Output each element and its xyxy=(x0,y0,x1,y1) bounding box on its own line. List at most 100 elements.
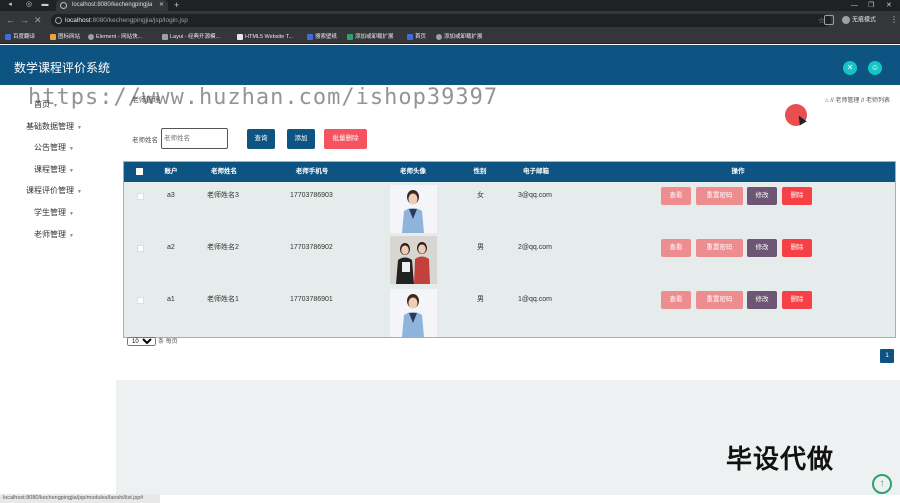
bookmark-item[interactable]: Layui - 经典开源模... xyxy=(162,33,220,41)
bookmark-icon xyxy=(436,33,442,40)
user-icon[interactable]: ☺ xyxy=(868,61,882,75)
browser-tab[interactable]: localhost:8080/kechengpingjia ✕ xyxy=(56,0,168,11)
bookmark-item[interactable]: 搜索壁纸 xyxy=(307,33,337,41)
reload-icon[interactable]: ✕ xyxy=(34,15,42,26)
new-tab-icon[interactable]: + xyxy=(174,0,179,11)
bookmark-icon xyxy=(407,33,413,40)
phone-cell: 17703786902 xyxy=(290,244,333,251)
window-close-icon[interactable]: ✕ xyxy=(886,0,892,11)
account-cell: a2 xyxy=(167,244,175,251)
sidebar-item-student[interactable]: 学生管理 ▼ xyxy=(0,208,116,219)
breadcrumb[interactable]: ⌂ // 老师管理 // 老师列表 xyxy=(825,95,890,104)
delete-button[interactable]: 删除 xyxy=(782,291,812,309)
bookmark-icon xyxy=(50,33,56,40)
select-all-checkbox[interactable] xyxy=(136,168,143,175)
sidebar-item-basic-data[interactable]: 基础数据管理 ▼ xyxy=(0,122,116,133)
chevron-down-icon: ▼ xyxy=(69,146,74,152)
teacher-avatar-image xyxy=(390,185,437,233)
gender-cell: 女 xyxy=(477,192,484,199)
reset-password-button[interactable]: 重置密码 xyxy=(696,239,743,257)
teacher-avatar-image xyxy=(390,236,437,284)
bookmark-icon xyxy=(162,33,168,40)
tab-title: localhost:8080/kechengpingjia xyxy=(72,2,153,8)
browser-menu-icon[interactable]: ⋮ xyxy=(890,15,898,24)
view-button[interactable]: 查看 xyxy=(661,239,691,257)
email-cell: 1@qq.com xyxy=(518,296,552,303)
edit-button[interactable]: 修改 xyxy=(747,187,777,205)
bookmark-item[interactable]: 添加或卸载扩展 xyxy=(436,33,483,41)
tab-close-icon[interactable]: ✕ xyxy=(159,0,164,11)
status-bar-url: localhost:8080/kechengpingjia/jsp/module… xyxy=(0,494,160,503)
name-cell: 老师姓名2 xyxy=(207,244,239,251)
bookmark-item[interactable]: 百度翻译 xyxy=(5,33,35,41)
chevron-down-icon: ▼ xyxy=(69,168,74,174)
bookmark-icon xyxy=(88,33,94,40)
add-button[interactable]: 添加 xyxy=(287,129,315,149)
teacher-name-search-input[interactable] xyxy=(161,128,228,149)
per-page-label: 条 每页 xyxy=(158,339,178,345)
chevron-down-icon: ▼ xyxy=(77,189,82,195)
tab-favicon-icon xyxy=(60,2,67,9)
bookmark-item[interactable]: HTML5 Website T... xyxy=(237,33,293,41)
page-number-button[interactable]: 1 xyxy=(880,349,894,363)
row-checkbox[interactable] xyxy=(137,245,144,252)
sidebar-item-course-evaluation[interactable]: 课程评价管理 ▼ xyxy=(0,186,116,197)
row-checkbox[interactable] xyxy=(137,193,144,200)
sidebar-item-course[interactable]: 课程管理 ▼ xyxy=(0,165,116,176)
name-cell: 老师姓名1 xyxy=(207,296,239,303)
reset-password-button[interactable]: 重置密码 xyxy=(696,291,743,309)
delete-button[interactable]: 删除 xyxy=(782,239,812,257)
page-size-select[interactable]: 10 xyxy=(127,337,156,346)
maximize-icon[interactable]: ❐ xyxy=(868,0,874,11)
name-cell: 老师姓名3 xyxy=(207,192,239,199)
phone-cell: 17703786901 xyxy=(290,296,333,303)
phone-cell: 17703786903 xyxy=(290,192,333,199)
back-icon[interactable]: ← xyxy=(6,15,15,26)
content-background xyxy=(116,380,900,495)
address-bar[interactable]: localhost:8080/kechengpingjia/jsp/login.… xyxy=(51,14,831,27)
fullscreen-icon[interactable]: ✕ xyxy=(843,61,857,75)
table-row: a1 老师姓名1 17703786901 男 1@qq.com 查看 重置密码 … xyxy=(124,286,895,338)
gender-cell: 男 xyxy=(477,296,484,303)
query-button[interactable]: 查询 xyxy=(247,129,275,149)
chevron-down-icon: ▼ xyxy=(69,233,74,239)
bookmark-icon xyxy=(5,33,11,40)
table-row: a2 老师姓名2 17703786902 男 2@qq.com 查看 重置密码 … xyxy=(124,234,895,286)
header-avatar: 老师头像 xyxy=(400,168,426,175)
gender-cell: 男 xyxy=(477,244,484,251)
search-label: 老师姓名 xyxy=(132,137,158,144)
bookmark-item[interactable]: 首页 xyxy=(407,33,426,41)
bookmark-item[interactable]: 图标网站 xyxy=(50,33,80,41)
extension-icon[interactable] xyxy=(824,15,834,25)
row-checkbox[interactable] xyxy=(137,297,144,304)
chrome-logo-icon: ◎ xyxy=(25,1,33,8)
forward-icon[interactable]: → xyxy=(20,15,29,26)
header-email: 电子邮箱 xyxy=(523,168,549,175)
header-gender: 性别 xyxy=(473,168,487,175)
back-to-top-icon[interactable]: ↑ xyxy=(872,474,892,494)
tab-overview-icon[interactable]: ▬ xyxy=(41,1,49,9)
bookmark-item[interactable]: 添加或卸载扩展 xyxy=(347,33,394,41)
site-info-icon[interactable] xyxy=(55,17,62,24)
reset-password-button[interactable]: 重置密码 xyxy=(696,187,743,205)
teacher-table: 账户 老师姓名 老师手机号 老师头像 性别 电子邮箱 操作 a3 老师姓名3 1… xyxy=(123,161,896,338)
bookmarks-bar: 百度翻译 图标网站 Element - 网站快... Layui - 经典开源模… xyxy=(0,30,900,44)
account-cell: a3 xyxy=(167,192,175,199)
minimize-icon[interactable]: — xyxy=(851,0,858,11)
sidebar-item-teacher[interactable]: 老师管理 ▼ xyxy=(0,230,116,241)
header-phone: 老师手机号 xyxy=(295,168,329,175)
bookmark-icon xyxy=(237,33,243,40)
batch-delete-button[interactable]: 批量删除 xyxy=(324,129,367,149)
view-button[interactable]: 查看 xyxy=(661,291,691,309)
delete-button[interactable]: 删除 xyxy=(782,187,812,205)
incognito-profile[interactable]: 无痕模式 xyxy=(842,16,876,26)
edit-button[interactable]: 修改 xyxy=(747,239,777,257)
edit-button[interactable]: 修改 xyxy=(747,291,777,309)
header-actions: 操作 xyxy=(731,168,745,175)
incognito-avatar-icon xyxy=(842,16,850,24)
bookmark-item[interactable]: Element - 网站快... xyxy=(88,33,142,41)
sidebar-item-notice[interactable]: 公告管理 ▼ xyxy=(0,143,116,154)
view-button[interactable]: 查看 xyxy=(661,187,691,205)
tab-search-icon[interactable]: ◂ xyxy=(6,1,14,9)
browser-toolbar: ← → ✕ localhost:8080/kechengpingjia/jsp/… xyxy=(0,11,900,30)
